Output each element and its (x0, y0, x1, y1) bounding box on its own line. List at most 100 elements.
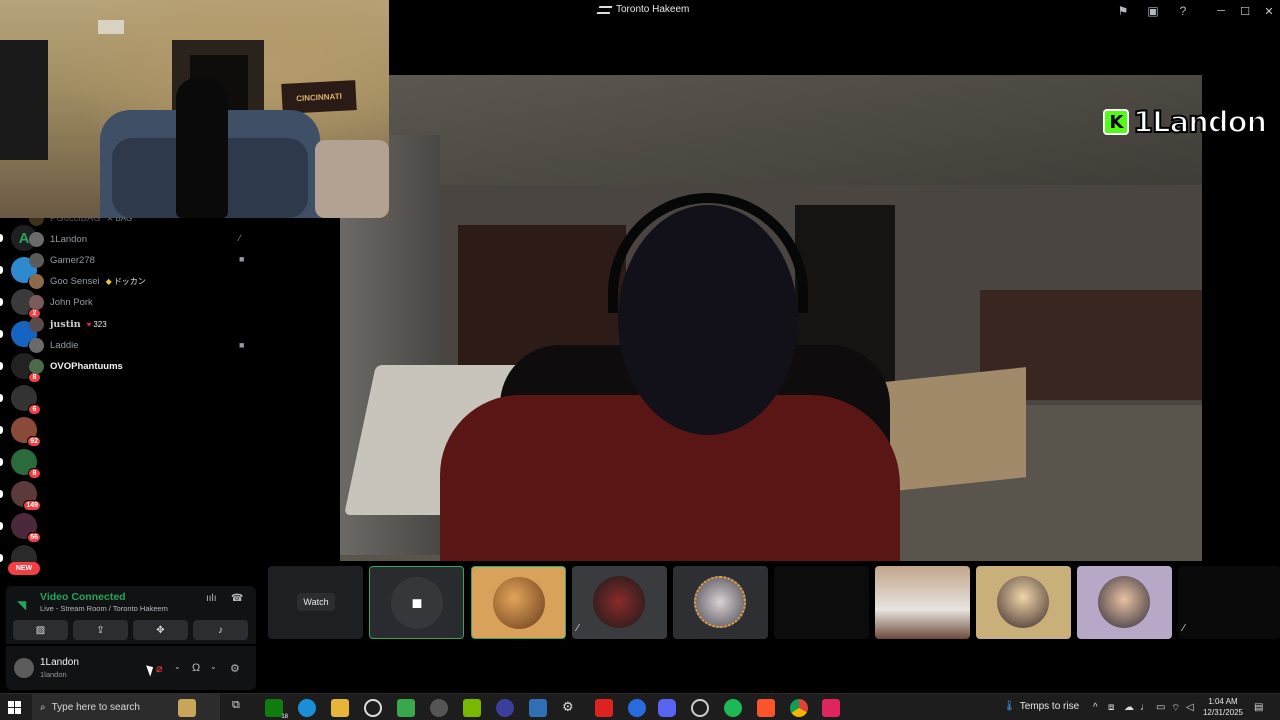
task-view-icon[interactable]: ⧉ (232, 699, 250, 717)
brave-icon[interactable] (757, 699, 775, 717)
minimize-button[interactable]: ─ (1211, 2, 1231, 20)
volume-icon[interactable]: ◁ (1186, 702, 1194, 713)
new-badge[interactable]: NEW (8, 562, 40, 575)
nvidia-icon[interactable] (463, 699, 481, 717)
search-placeholder: Type here to search (51, 702, 140, 713)
clock-app-icon[interactable] (691, 699, 709, 717)
main-stream-video[interactable] (340, 75, 1202, 561)
stream-overlay-name: K 1Landon (1103, 104, 1268, 140)
rapper-icon[interactable]: 149 (11, 481, 41, 511)
green-icon[interactable]: 8 (11, 449, 41, 479)
store-icon[interactable] (397, 699, 415, 717)
member-tag: ◆ ドッカン (105, 277, 146, 287)
gear-icon[interactable]: ⚙ (230, 662, 240, 675)
watch-stream-tile[interactable]: Watch (268, 566, 363, 639)
app-red-icon[interactable] (595, 699, 613, 717)
discord-icon[interactable] (658, 699, 676, 717)
member-item[interactable]: Laddie (29, 336, 79, 356)
pip-video[interactable]: CINCINNATI (0, 0, 389, 218)
video-icon: ■ (239, 254, 245, 265)
app-pink-icon[interactable] (822, 699, 840, 717)
activities-button[interactable]: ✥ (133, 620, 188, 640)
avatar (29, 295, 44, 311)
watch-button[interactable]: Watch (297, 593, 335, 611)
kick-logo-icon: K (1103, 109, 1129, 135)
participant-tile[interactable] (774, 566, 869, 639)
member-item[interactable]: OVOPhantuums (29, 357, 123, 377)
disconnect-icon[interactable]: ☎ (231, 593, 243, 604)
member-item[interactable]: justin ♥ 323 (29, 314, 107, 334)
calculator-icon[interactable] (529, 699, 547, 717)
heart-icon: ♥ (86, 319, 92, 329)
notification-icon[interactable]: ▤ (1254, 702, 1263, 713)
tray-app-icon[interactable]: ⧈ (1108, 702, 1114, 713)
camera-off-button[interactable]: ▨ (13, 620, 68, 640)
participant-tile[interactable] (1077, 566, 1172, 639)
member-name: 1Landon (50, 233, 87, 245)
chevron-down-icon[interactable]: ⌄ (210, 662, 217, 671)
participant-tile[interactable]: ⁄ (1178, 566, 1280, 639)
skull-icon[interactable]: 56 (11, 513, 41, 543)
noise-suppression-icon[interactable]: ıılı (206, 593, 217, 604)
xbox-icon[interactable]: 18 (265, 699, 288, 720)
voice-channel[interactable]: Live - Stream Room / Toronto Hakeem (40, 604, 168, 613)
participant-tile[interactable] (875, 566, 970, 639)
member-item[interactable]: Goo Sensei ◆ ドッカン (29, 272, 146, 292)
headphones-icon[interactable]: Ω (192, 662, 200, 674)
participant-tile[interactable]: ■ (369, 566, 464, 639)
inbox-icon[interactable]: ⚑ (1115, 3, 1131, 19)
mic-muted-icon[interactable]: ⌀ (156, 662, 163, 675)
maximize-button[interactable]: ☐ (1235, 2, 1255, 20)
member-item[interactable]: Gamer278 (29, 250, 95, 270)
user-panel: 1Landon 1landon ⌀ ⌄ Ω ⌄ ⚙ (6, 646, 256, 690)
spotify-icon[interactable] (724, 699, 742, 717)
cloud-icon[interactable]: ☁ (1124, 702, 1134, 713)
avatar (29, 231, 44, 247)
avatar (1098, 576, 1150, 628)
camera-off-icon: ▨ (35, 624, 46, 636)
participant-tile[interactable] (471, 566, 566, 639)
voice-status: Video Connected (40, 591, 126, 603)
help-icon[interactable]: ? (1175, 3, 1191, 19)
windows-start-icon[interactable] (8, 701, 21, 714)
gem-icon: ◆ (105, 277, 112, 287)
media-player-icon[interactable] (496, 699, 514, 717)
member-item[interactable]: John Pork (29, 293, 93, 313)
member-name: Gamer278 (50, 254, 95, 266)
search-highlight-icon[interactable] (178, 699, 196, 717)
wifi-icon[interactable]: ⌔ (1171, 702, 1180, 715)
screen-share-icon: ⇪ (96, 624, 105, 636)
clock-date: 12/31/2025 (1202, 708, 1244, 717)
video-icon: ■ (391, 577, 443, 629)
chrome-icon[interactable] (790, 699, 808, 717)
participant-tile[interactable]: ⁄ (572, 566, 667, 639)
member-name: Laddie (50, 340, 79, 351)
file-explorer-icon[interactable] (331, 699, 349, 717)
gear-icon[interactable]: ⚙ (562, 699, 580, 717)
user-name[interactable]: 1Landon (40, 657, 79, 668)
chevron-up-icon[interactable]: ^ (1093, 702, 1098, 713)
app-icon[interactable] (430, 699, 448, 717)
mic-icon[interactable]: ♩ (1140, 702, 1150, 713)
share-screen-button[interactable]: ⇪ (73, 620, 128, 640)
participant-tile[interactable] (673, 566, 768, 639)
member-item[interactable]: 1Landon (29, 229, 87, 249)
weather-widget[interactable]: 🌡 Temps to rise (1003, 701, 1079, 712)
settings-gear-icon[interactable] (364, 699, 382, 717)
member-name: OVOPhantuums (50, 361, 123, 373)
participant-tile[interactable] (976, 566, 1071, 639)
avatar[interactable] (14, 658, 34, 678)
monitor-icon[interactable]: ▣ (1145, 3, 1161, 19)
chevron-down-icon[interactable]: ⌄ (174, 662, 181, 671)
bmw-icon[interactable]: 6 (11, 385, 41, 415)
avatar (29, 274, 44, 290)
app-blue-icon[interactable] (628, 699, 646, 717)
soundboard-button[interactable]: ♪ (193, 620, 248, 640)
face-icon[interactable]: 92 (11, 417, 41, 447)
close-button[interactable]: ✕ (1259, 2, 1279, 20)
tray-monitor-icon[interactable]: ▭ (1156, 702, 1165, 713)
edge-icon[interactable] (298, 699, 316, 717)
video-icon: ■ (239, 339, 245, 350)
taskbar-clock[interactable]: 1:04 AM 12/31/2025 (1200, 696, 1246, 718)
avatar (29, 316, 44, 332)
